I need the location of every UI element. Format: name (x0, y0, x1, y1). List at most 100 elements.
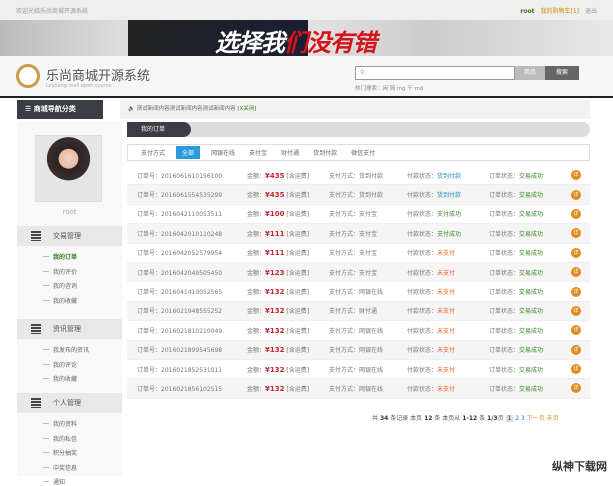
detail-icon[interactable]: 详 (571, 286, 581, 297)
sidebar-item[interactable]: 我发布的资讯 (42, 345, 89, 354)
order-status: 订单状态：交易成功 (489, 172, 544, 180)
pagination: 共 34 条记录 本页 12 条 本页从 1-12 条 1/3页 1 2 3 下… (372, 415, 559, 422)
order-number[interactable]: 订单号：2016021856102515 (127, 384, 247, 393)
detail-icon[interactable]: 详 (571, 364, 581, 375)
order-number[interactable]: 订单号：2016021948555252 (127, 306, 247, 315)
hot-terms[interactable]: 闲 简 ing 干 md (383, 86, 424, 92)
detail-icon[interactable]: 详 (571, 267, 581, 278)
page-3[interactable]: 3 (521, 415, 525, 422)
order-row: 订单号：2016061554535299 金额：¥435 [含运费] 支付方式：… (127, 185, 590, 205)
order-number[interactable]: 订单号：2016042010110248 (127, 229, 247, 238)
speaker-icon: 🔈 (128, 106, 137, 112)
order-amount: 金额：¥111 [含运费] (247, 249, 310, 258)
next-page[interactable]: 下一页 (527, 415, 545, 422)
order-number[interactable]: 订单号：2016061554535299 (127, 190, 247, 199)
brand-name[interactable]: 乐尚商城开源系统 (46, 65, 150, 84)
payment-status: 付款状态：支付成功 (407, 211, 462, 219)
tab-my-orders[interactable]: 我的订单 (127, 122, 191, 137)
filter-option[interactable]: 微信支付 (348, 146, 378, 159)
filter-option[interactable]: 支付宝 (246, 146, 270, 159)
avatar[interactable] (35, 135, 102, 202)
order-row: 订单号：2016021948555252 金额：¥132 [含运费] 支付方式：… (127, 301, 590, 322)
username-link[interactable]: root (520, 8, 534, 15)
search-input[interactable]: ⚲ (355, 66, 515, 80)
sidebar: root 交易管理 我的订单 我的评价 我的咨询 我的收藏 资讯管理 我发布的资讯 我的评论我… (17, 122, 122, 486)
detail-icon[interactable]: 详 (571, 247, 581, 258)
order-number[interactable]: 订单号：2016061610156100 (127, 171, 247, 180)
order-number[interactable]: 订单号：2016042049505450 (127, 268, 247, 277)
order-amount: 金额：¥435 [含运费] (247, 191, 310, 200)
logo-icon[interactable] (16, 64, 40, 88)
detail-icon[interactable]: 详 (571, 344, 581, 355)
sidebar-item[interactable]: 我的评论 (42, 360, 77, 369)
sidebar-item[interactable]: 中奖信息 (42, 463, 77, 472)
search-icon: ⚲ (360, 69, 365, 76)
sidebar-item[interactable]: 我的私信 (42, 434, 77, 443)
watermark: 纵神下载网 (552, 460, 607, 473)
sidebar-username: root (62, 208, 77, 216)
header: 乐尚商城开源系统 Leshang mall open source ⚲ 商品 搜… (0, 56, 613, 98)
sidebar-item[interactable]: 积分抽奖 (42, 448, 77, 457)
detail-icon[interactable]: 详 (571, 208, 581, 219)
payment-method: 支付方式：货到付款 (329, 172, 384, 180)
payment-status: 付款状态：未支付 (407, 289, 456, 297)
order-status: 订单状态：交易成功 (489, 230, 544, 238)
order-status: 订单状态：交易成功 (489, 347, 544, 355)
sidebar-section[interactable]: 个人管理 (17, 393, 122, 413)
sidebar-section[interactable]: 资讯管理 (17, 319, 122, 339)
top-bar: 欢迎光临乐尚商城开源系统 root 我的购物车[1] 退出 (0, 0, 613, 20)
category-nav[interactable]: ☰ 商城导航分类 (17, 100, 103, 119)
sidebar-item[interactable]: 通知 (42, 477, 65, 486)
order-number[interactable]: 订单号：2016042052579954 (127, 248, 247, 257)
payment-status: 付款状态：未支付 (407, 327, 456, 335)
section-title: 资讯管理 (53, 325, 81, 333)
detail-icon[interactable]: 详 (571, 305, 581, 316)
page-2[interactable]: 2 (515, 415, 519, 422)
order-row: 订单号：2016042010110248 金额：¥111 [含运费] 支付方式：… (127, 224, 590, 244)
logout-link[interactable]: 退出 (585, 8, 597, 15)
order-number[interactable]: 订单号：2016021852531011 (127, 365, 247, 374)
order-number[interactable]: 订单号：2016021810210049 (127, 326, 247, 335)
order-amount: 金额：¥435 [含运费] (247, 171, 310, 180)
order-number[interactable]: 订单号：2016042110053511 (127, 209, 247, 218)
order-amount: 金额：¥132 [含运费] (247, 346, 310, 355)
order-amount: 金额：¥132 [含运费] (247, 326, 310, 335)
payment-method: 支付方式：支付宝 (329, 250, 378, 258)
notice-close[interactable]: [X关闭] (237, 106, 256, 112)
sidebar-item[interactable]: 我的咨询 (42, 281, 77, 290)
page-1[interactable]: 1 (505, 415, 514, 422)
payment-method: 支付方式：网银在线 (329, 385, 384, 393)
search-button[interactable]: 搜索 (545, 66, 579, 80)
detail-icon[interactable]: 详 (571, 228, 581, 239)
banner[interactable]: 选择我们没有错 (0, 20, 613, 56)
order-status: 订单状态：交易成功 (489, 327, 544, 335)
order-row: 订单号：2016021856102515 金额：¥132 [含运费] 支付方式：… (127, 379, 590, 399)
sidebar-item[interactable]: 我的资料 (42, 419, 77, 428)
sidebar-section[interactable]: 交易管理 (17, 226, 122, 246)
order-number[interactable]: 订单号：2016021899545698 (127, 345, 247, 354)
detail-icon[interactable]: 详 (571, 170, 581, 181)
order-amount: 金额：¥132 [含运费] (247, 384, 310, 393)
filter-option[interactable]: 财付通 (278, 146, 302, 159)
detail-icon[interactable]: 详 (571, 383, 581, 394)
payment-method: 支付方式：货到付款 (329, 192, 384, 200)
order-status: 订单状态：交易成功 (489, 289, 544, 297)
order-status: 订单状态：交易成功 (489, 192, 544, 200)
last-page[interactable]: 末页 (547, 415, 559, 422)
search-category[interactable]: 商品 (515, 66, 545, 80)
sidebar-item[interactable]: 我的收藏 (42, 296, 77, 305)
filter-option[interactable]: 全部 (176, 146, 201, 159)
sidebar-item[interactable]: 我的评价 (42, 267, 77, 276)
detail-icon[interactable]: 详 (571, 189, 581, 200)
cart-link[interactable]: 我的购物车[1] (540, 8, 579, 15)
sidebar-item[interactable]: 我的收藏 (42, 374, 77, 383)
detail-icon[interactable]: 详 (571, 325, 581, 336)
sidebar-item[interactable]: 我的订单 (42, 252, 77, 261)
order-status: 订单状态：交易成功 (489, 385, 544, 393)
section-title: 交易管理 (53, 232, 81, 240)
payment-method: 支付方式：支付宝 (329, 230, 378, 238)
order-number[interactable]: 订单号：2016041410052565 (127, 287, 247, 296)
filter-option[interactable]: 网银在线 (208, 146, 238, 159)
menu-icon: ☰ (25, 105, 34, 113)
filter-option[interactable]: 货到付款 (310, 146, 340, 159)
